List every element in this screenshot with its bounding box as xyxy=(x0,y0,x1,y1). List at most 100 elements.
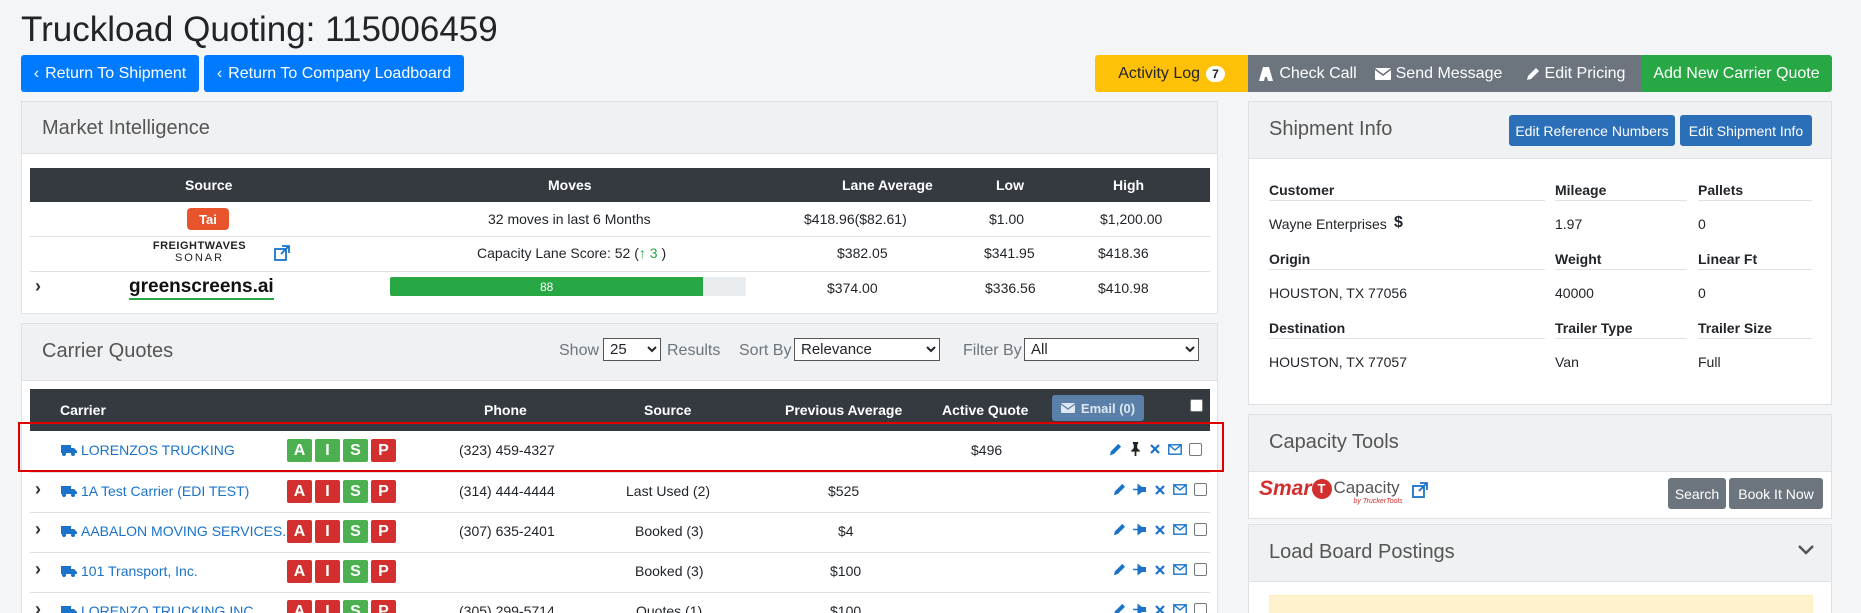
aisp-badge-s[interactable]: S xyxy=(343,439,368,462)
pencil-icon[interactable] xyxy=(1113,523,1126,536)
sort-by-select[interactable]: Relevance xyxy=(794,338,940,361)
search-button[interactable]: Search xyxy=(1668,478,1726,509)
email-button[interactable]: Email (0) xyxy=(1052,395,1144,421)
row-checkbox[interactable] xyxy=(1194,523,1207,536)
customer-dollar-icon[interactable]: $ xyxy=(1394,214,1403,232)
table-row: › LORENZO TRUCKING INC AISP (305) 299-57… xyxy=(30,593,1210,613)
arrow-up-icon: ↑ xyxy=(638,245,646,261)
chevron-down-icon[interactable] xyxy=(1797,544,1815,556)
market-high: $1,200.00 xyxy=(1100,211,1163,227)
trailer-type-value: Van xyxy=(1555,354,1579,370)
activity-log-button[interactable]: Activity Log 7 xyxy=(1095,55,1248,92)
greenscreens-score-bar: 88 xyxy=(390,277,746,296)
aisp-badge-a[interactable]: A xyxy=(287,520,312,543)
close-icon[interactable] xyxy=(1154,524,1166,536)
filter-by-select[interactable]: All xyxy=(1024,338,1199,361)
edit-reference-numbers-button[interactable]: Edit Reference Numbers xyxy=(1509,115,1675,146)
active-quote: $496 xyxy=(971,442,1003,458)
send-message-button[interactable]: Send Message xyxy=(1367,55,1510,92)
aisp-badge-s[interactable]: S xyxy=(343,560,368,583)
tai-logo-text: Tai xyxy=(199,211,217,227)
aisp-badge-p[interactable]: P xyxy=(371,560,396,583)
row-checkbox[interactable] xyxy=(1194,603,1207,613)
aisp-badge-i[interactable]: I xyxy=(315,560,340,583)
return-to-shipment-button[interactable]: ‹ Return To Shipment xyxy=(21,55,199,92)
close-icon[interactable] xyxy=(1149,443,1161,455)
envelope-icon[interactable] xyxy=(1173,484,1187,495)
capacity-lane-score-label: Capacity Lane Score: 52 ( xyxy=(477,245,639,261)
expand-chevron-icon[interactable]: › xyxy=(35,479,41,500)
mileage-value: 1.97 xyxy=(1555,216,1583,232)
aisp-badge-p[interactable]: P xyxy=(371,480,396,503)
truck-icon xyxy=(61,606,77,613)
aisp-badge-p[interactable]: P xyxy=(371,600,396,613)
expand-chevron-icon[interactable]: › xyxy=(35,276,41,297)
pin-icon[interactable] xyxy=(1133,483,1147,496)
aisp-badge-i[interactable]: I xyxy=(315,439,340,462)
carrier-link[interactable]: AABALON MOVING SERVICES.... xyxy=(81,523,298,539)
aisp-badge-a[interactable]: A xyxy=(287,480,312,503)
aisp-badge-i[interactable]: I xyxy=(315,520,340,543)
select-all-checkbox[interactable] xyxy=(1190,399,1203,412)
carrier-link[interactable]: LORENZOS TRUCKING xyxy=(81,442,235,458)
header-source: Source xyxy=(644,402,692,418)
pencil-icon[interactable] xyxy=(1113,563,1126,576)
pin-icon[interactable] xyxy=(1133,603,1147,613)
carrier-link[interactable]: 1A Test Carrier (EDI TEST) xyxy=(81,483,249,499)
pencil-icon[interactable] xyxy=(1109,443,1122,456)
row-checkbox[interactable] xyxy=(1194,563,1207,576)
expand-chevron-icon[interactable]: › xyxy=(35,519,41,540)
field-underline xyxy=(1555,200,1687,201)
load-board-postings-header[interactable]: Load Board Postings xyxy=(1249,525,1831,582)
add-carrier-quote-label: Add New Carrier Quote xyxy=(1653,64,1820,82)
add-carrier-quote-button[interactable]: Add New Carrier Quote xyxy=(1641,55,1832,92)
close-icon[interactable] xyxy=(1154,564,1166,576)
close-icon[interactable] xyxy=(1154,604,1166,613)
aisp-badge-p[interactable]: P xyxy=(371,520,396,543)
smart-logo-text: Smar xyxy=(1259,477,1312,500)
envelope-icon[interactable] xyxy=(1173,604,1187,613)
pin-icon[interactable] xyxy=(1133,563,1147,576)
external-link-icon[interactable] xyxy=(1412,482,1428,498)
check-call-button[interactable]: Check Call xyxy=(1248,55,1367,92)
aisp-badge-s[interactable]: S xyxy=(343,480,368,503)
edit-pricing-button[interactable]: Edit Pricing xyxy=(1510,55,1641,92)
capacity-tools-card: Capacity Tools Smar T Capacity by Trucke… xyxy=(1248,414,1832,519)
aisp-badge-i[interactable]: I xyxy=(315,480,340,503)
capacity-logo-text: Capacity xyxy=(1333,478,1400,497)
field-underline xyxy=(1698,269,1812,270)
linear-ft-label: Linear Ft xyxy=(1698,251,1758,267)
carrier-link[interactable]: LORENZO TRUCKING INC xyxy=(81,603,253,613)
external-link-icon[interactable] xyxy=(274,245,290,261)
envelope-icon[interactable] xyxy=(1173,564,1187,575)
close-icon[interactable] xyxy=(1154,484,1166,496)
header-previous-average: Previous Average xyxy=(785,402,903,418)
aisp-badge-a[interactable]: A xyxy=(287,560,312,583)
show-count-select[interactable]: 25 xyxy=(603,338,661,361)
return-to-loadboard-button[interactable]: ‹ Return To Company Loadboard xyxy=(204,55,464,92)
book-it-now-button[interactable]: Book It Now xyxy=(1729,478,1823,509)
carrier-link[interactable]: 101 Transport, Inc. xyxy=(81,563,198,579)
customer-link[interactable]: Wayne Enterprises xyxy=(1269,216,1387,232)
edit-shipment-info-button[interactable]: Edit Shipment Info xyxy=(1680,115,1812,146)
row-actions xyxy=(1109,442,1202,456)
envelope-icon[interactable] xyxy=(1173,524,1187,535)
aisp-badge-a[interactable]: A xyxy=(287,439,312,462)
row-checkbox[interactable] xyxy=(1189,442,1202,456)
aisp-badge-i[interactable]: I xyxy=(315,600,340,613)
load-board-postings-title: Load Board Postings xyxy=(1269,541,1455,563)
row-divider xyxy=(30,236,1210,237)
envelope-icon[interactable] xyxy=(1168,443,1182,455)
header-lane-average: Lane Average xyxy=(842,177,933,193)
aisp-badge-a[interactable]: A xyxy=(287,600,312,613)
row-checkbox[interactable] xyxy=(1194,483,1207,496)
pin-icon[interactable] xyxy=(1133,523,1147,536)
aisp-badge-p[interactable]: P xyxy=(371,439,396,462)
aisp-badge-s[interactable]: S xyxy=(343,520,368,543)
pin-icon[interactable] xyxy=(1129,442,1142,456)
expand-chevron-icon[interactable]: › xyxy=(35,559,41,580)
pencil-icon[interactable] xyxy=(1113,603,1126,613)
expand-chevron-icon[interactable]: › xyxy=(35,599,41,613)
pencil-icon[interactable] xyxy=(1113,483,1126,496)
aisp-badge-s[interactable]: S xyxy=(343,600,368,613)
